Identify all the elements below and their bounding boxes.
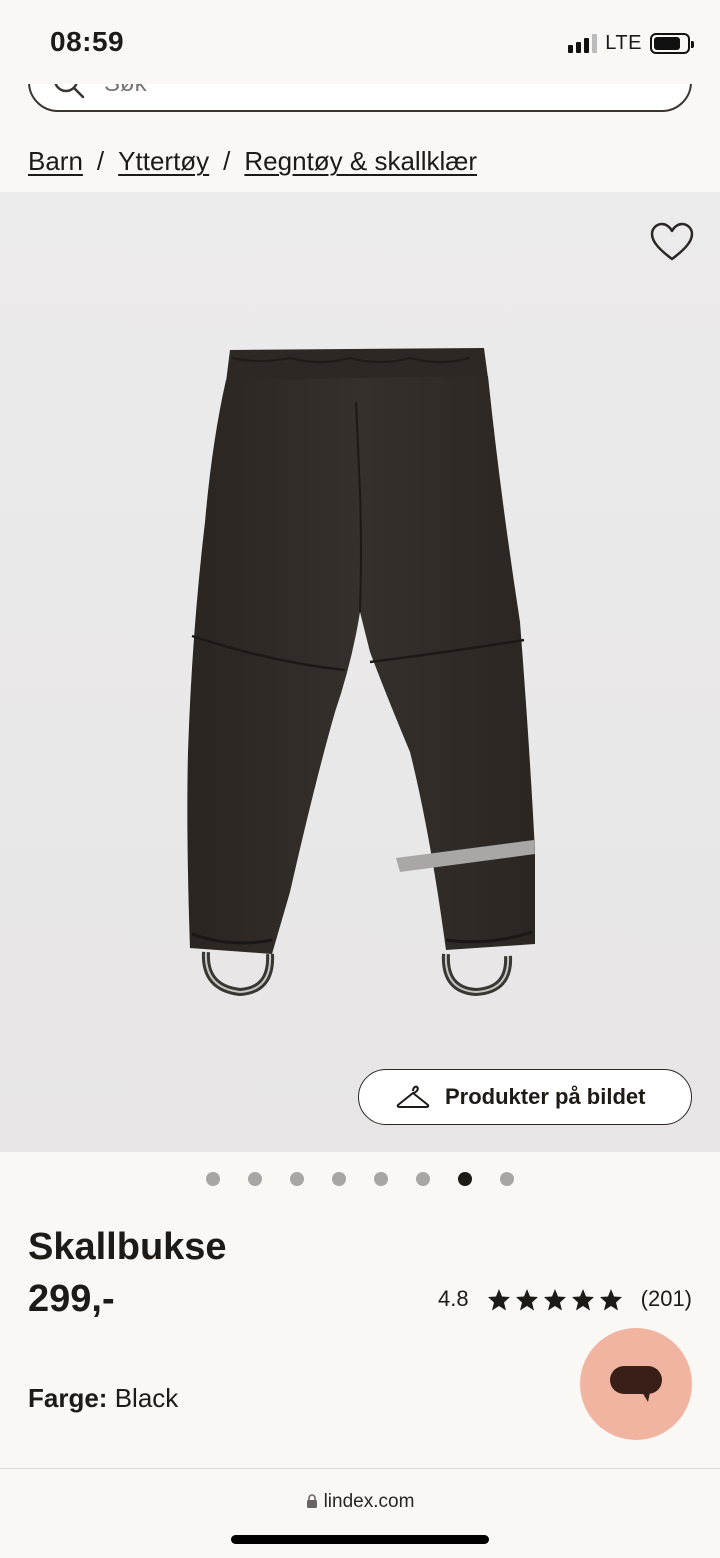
heart-icon[interactable] [650,222,694,262]
breadcrumb-link-barn[interactable]: Barn [28,146,83,177]
breadcrumb-separator: / [96,146,105,176]
chat-icon [610,1366,662,1402]
signal-icon [568,33,598,53]
status-bar: 08:59 LTE [0,0,720,84]
carousel-dot[interactable] [500,1172,514,1186]
lock-icon [306,1494,317,1508]
star-icon [571,1288,594,1310]
product-title: Skallbukse [28,1226,227,1268]
chat-button[interactable] [580,1328,692,1440]
search-box[interactable] [28,84,692,112]
carousel-dot[interactable] [416,1172,430,1186]
carousel-dot[interactable] [290,1172,304,1186]
color-value: Black [114,1383,179,1413]
color-selector: Farge: Black [28,1383,178,1414]
battery-icon [650,32,694,54]
product-image[interactable]: Produkter på bildet [0,192,720,1152]
status-indicators: LTE [568,31,694,55]
home-indicator[interactable] [231,1535,489,1544]
network-label: LTE [605,31,642,54]
rating-score: 4.8 [438,1286,469,1311]
color-label: Farge: [28,1383,108,1413]
star-icon [487,1288,510,1310]
product-price: 299,- [28,1278,115,1320]
browser-address-bar: lindex.com [0,1468,720,1558]
carousel-dot[interactable] [332,1172,346,1186]
search-area [0,84,720,124]
product-rating[interactable]: 4.8 (201) [438,1286,692,1312]
status-time: 08:59 [50,26,125,57]
star-icon [515,1288,538,1310]
breadcrumb-link-regntoy[interactable]: Regntøy & skallklær [244,146,477,177]
star-icon [543,1288,566,1310]
breadcrumb-separator: / [223,146,231,176]
star-icon [599,1288,622,1310]
image-carousel-dots [0,1172,720,1186]
products-in-image-button[interactable]: Produkter på bildet [358,1069,692,1125]
rating-stars [487,1288,623,1311]
hanger-icon [396,1085,430,1108]
carousel-dot[interactable] [206,1172,220,1186]
breadcrumb-link-yttertoy[interactable]: Yttertøy [118,146,209,177]
products-in-image-label: Produkter på bildet [445,1084,646,1109]
url-text: lindex.com [323,1491,415,1512]
review-count: (201) [640,1286,692,1311]
carousel-dot-active[interactable] [458,1172,472,1186]
carousel-dot[interactable] [374,1172,388,1186]
search-icon [54,84,85,99]
breadcrumb: Barn / Yttertøy / Regntøy & skallklær [28,146,477,177]
carousel-dot[interactable] [248,1172,262,1186]
url-display[interactable]: lindex.com [0,1491,720,1513]
search-input[interactable] [104,84,604,102]
product-photo-pants [187,348,536,997]
